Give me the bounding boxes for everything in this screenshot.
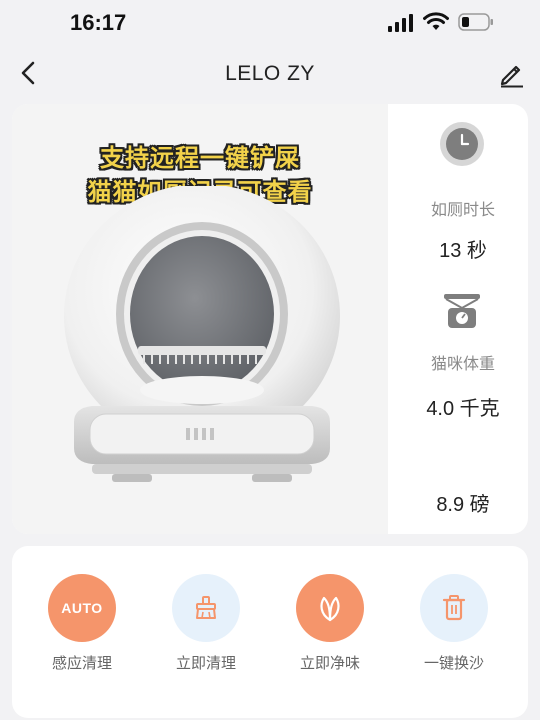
litter-box-image: [64, 186, 340, 482]
change-litter-button[interactable]: 一键换沙: [404, 574, 504, 684]
scale-icon: [444, 294, 480, 328]
weight-label: 猫咪体重: [430, 356, 495, 373]
auto-clean-button[interactable]: AUTO 感应清理: [32, 574, 132, 684]
promo-line-1: 支持远程一键铲屎: [100, 145, 300, 172]
weight-value-lb: 8.9 磅: [436, 494, 490, 516]
product-image-area: 支持远程一键铲屎 猫猫如厕记录可查看: [12, 104, 388, 534]
auto-icon[interactable]: AUTO: [48, 574, 116, 642]
leaf-icon[interactable]: [296, 574, 364, 642]
edit-pencil-icon[interactable]: [498, 60, 526, 88]
duration-value: 13 秒: [439, 240, 487, 262]
nav-bar: LELO ZY: [0, 46, 540, 102]
page-title: LELO ZY: [225, 62, 315, 85]
battery-icon: [458, 13, 493, 31]
status-time: 16:17: [70, 10, 127, 35]
clean-now-button[interactable]: 立即清理: [156, 574, 256, 684]
wifi-icon: [423, 12, 449, 30]
duration-label: 如厕时长: [430, 202, 495, 219]
stats-panel: 如厕时长 13 秒 猫咪体重 4.0 千克 8.9 磅: [388, 104, 528, 534]
deodorize-button[interactable]: 立即净味: [280, 574, 380, 684]
status-bar: 16:17: [0, 0, 540, 46]
clock-icon: [440, 122, 484, 166]
auto-clean-label: 感应清理: [51, 655, 112, 672]
weight-value-kg: 4.0 千克: [426, 398, 500, 420]
sweep-icon[interactable]: [172, 574, 240, 642]
quick-actions-card: AUTO 感应清理 立即清理 立即净味 一键换沙: [12, 546, 528, 718]
change-litter-label: 一键换沙: [423, 655, 484, 672]
trash-icon[interactable]: [420, 574, 488, 642]
deodorize-label: 立即净味: [299, 655, 360, 672]
cellular-signal-icon: [388, 14, 413, 32]
clean-now-label: 立即清理: [175, 655, 236, 672]
device-info-card: 支持远程一键铲屎 猫猫如厕记录可查看: [12, 104, 528, 534]
